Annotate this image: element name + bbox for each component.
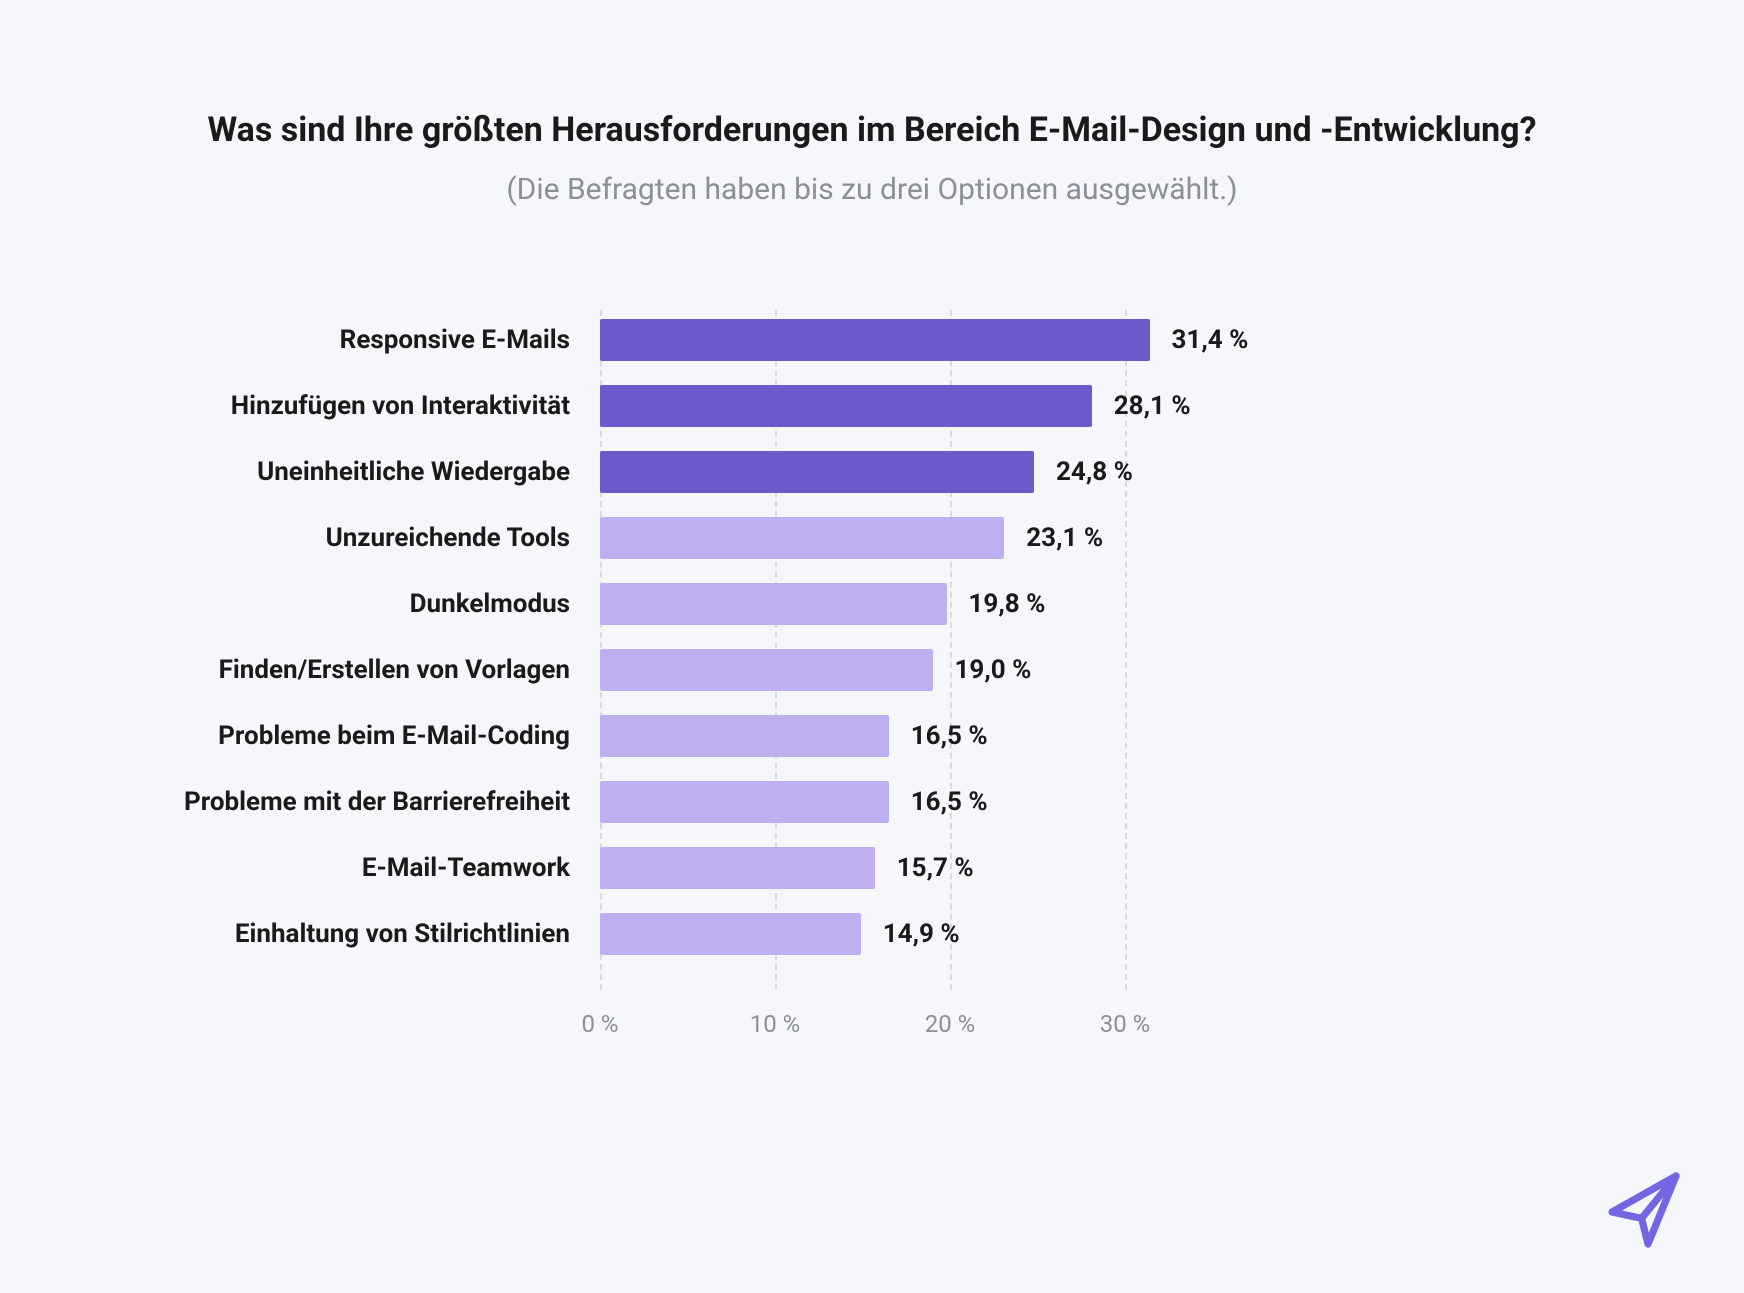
bar: [600, 781, 889, 823]
bar-row: Responsive E-Mails31,4 %: [600, 310, 1300, 370]
bar: [600, 451, 1034, 493]
category-label: Probleme mit der Barrierefreiheit: [184, 787, 570, 817]
x-tick-label: 30 %: [1100, 1010, 1151, 1038]
bar: [600, 913, 861, 955]
category-label: Responsive E-Mails: [340, 325, 570, 355]
chart-title: Was sind Ihre größten Herausforderungen …: [0, 0, 1744, 150]
x-tick-label: 0 %: [581, 1010, 618, 1038]
category-label: E-Mail-Teamwork: [362, 853, 570, 883]
value-label: 14,9 %: [883, 919, 960, 949]
category-label: Finden/Erstellen von Vorlagen: [219, 655, 570, 685]
value-label: 31,4 %: [1172, 325, 1249, 355]
bar-row: Hinzufügen von Interaktivität28,1 %: [600, 376, 1300, 436]
category-label: Einhaltung von Stilrichtlinien: [235, 919, 570, 949]
bar-row: Finden/Erstellen von Vorlagen19,0 %: [600, 640, 1300, 700]
bar: [600, 385, 1092, 427]
bar: [600, 319, 1150, 361]
bar-row: Dunkelmodus19,8 %: [600, 574, 1300, 634]
bar-chart: Responsive E-Mails31,4 %Hinzufügen von I…: [200, 270, 1400, 1070]
value-label: 15,7 %: [897, 853, 974, 883]
category-label: Unzureichende Tools: [326, 523, 570, 553]
value-label: 28,1 %: [1114, 391, 1191, 421]
chart-subtitle: (Die Befragten haben bis zu drei Optione…: [0, 172, 1744, 207]
value-label: 16,5 %: [911, 787, 988, 817]
bar-row: E-Mail-Teamwork15,7 %: [600, 838, 1300, 898]
bar: [600, 517, 1004, 559]
brand-logo-icon: [1604, 1168, 1684, 1248]
bar-row: Unzureichende Tools23,1 %: [600, 508, 1300, 568]
bar-row: Probleme mit der Barrierefreiheit16,5 %: [600, 772, 1300, 832]
bar-row: Probleme beim E-Mail-Coding16,5 %: [600, 706, 1300, 766]
x-tick-label: 10 %: [750, 1010, 801, 1038]
category-label: Probleme beim E-Mail-Coding: [218, 721, 570, 751]
bar-row: Einhaltung von Stilrichtlinien14,9 %: [600, 904, 1300, 964]
bar: [600, 583, 947, 625]
bar-row: Uneinheitliche Wiedergabe24,8 %: [600, 442, 1300, 502]
x-tick-label: 20 %: [925, 1010, 976, 1038]
category-label: Dunkelmodus: [410, 589, 570, 619]
value-label: 19,8 %: [969, 589, 1046, 619]
value-label: 23,1 %: [1026, 523, 1103, 553]
category-label: Uneinheitliche Wiedergabe: [257, 457, 570, 487]
bar: [600, 649, 933, 691]
value-label: 24,8 %: [1056, 457, 1133, 487]
bar: [600, 715, 889, 757]
value-label: 19,0 %: [955, 655, 1032, 685]
bar: [600, 847, 875, 889]
value-label: 16,5 %: [911, 721, 988, 751]
category-label: Hinzufügen von Interaktivität: [231, 391, 570, 421]
